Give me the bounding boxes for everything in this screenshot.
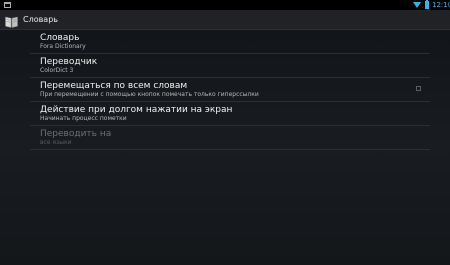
battery-icon <box>425 0 429 9</box>
status-bar: 12:10 <box>0 0 450 10</box>
page-title: Словарь <box>23 15 59 24</box>
pref-summary: Начинать процесс пометки <box>40 115 127 122</box>
navigate-all-words-checkbox[interactable] <box>416 86 421 91</box>
pref-long-press-action[interactable]: Действие при долгом нажатии на экран Нач… <box>30 102 430 126</box>
pref-navigate-all-words[interactable]: Перемещаться по всем словам При перемеще… <box>30 78 430 102</box>
book-icon[interactable] <box>5 13 18 28</box>
pref-translator[interactable]: Переводчик ColorDict 3 <box>30 54 430 78</box>
settings-screen: 12:10 Словарь Словарь Fora Dictionary Пе… <box>0 0 450 265</box>
action-bar: Словарь <box>0 10 450 30</box>
preference-list: Словарь Fora Dictionary Переводчик Color… <box>30 30 430 150</box>
pref-summary: Fora Dictionary <box>40 43 86 50</box>
screenshot-notification-icon <box>4 2 11 8</box>
status-time: 12:10 <box>432 1 450 9</box>
pref-summary: ColorDict 3 <box>40 67 74 74</box>
pref-summary: При перемещении с помощью кнопок помечат… <box>40 91 259 98</box>
wifi-icon <box>413 2 421 8</box>
pref-translate-to: Переводить на все языки <box>30 126 430 150</box>
pref-summary: все языки <box>40 139 72 146</box>
pref-dictionary[interactable]: Словарь Fora Dictionary <box>30 30 430 54</box>
